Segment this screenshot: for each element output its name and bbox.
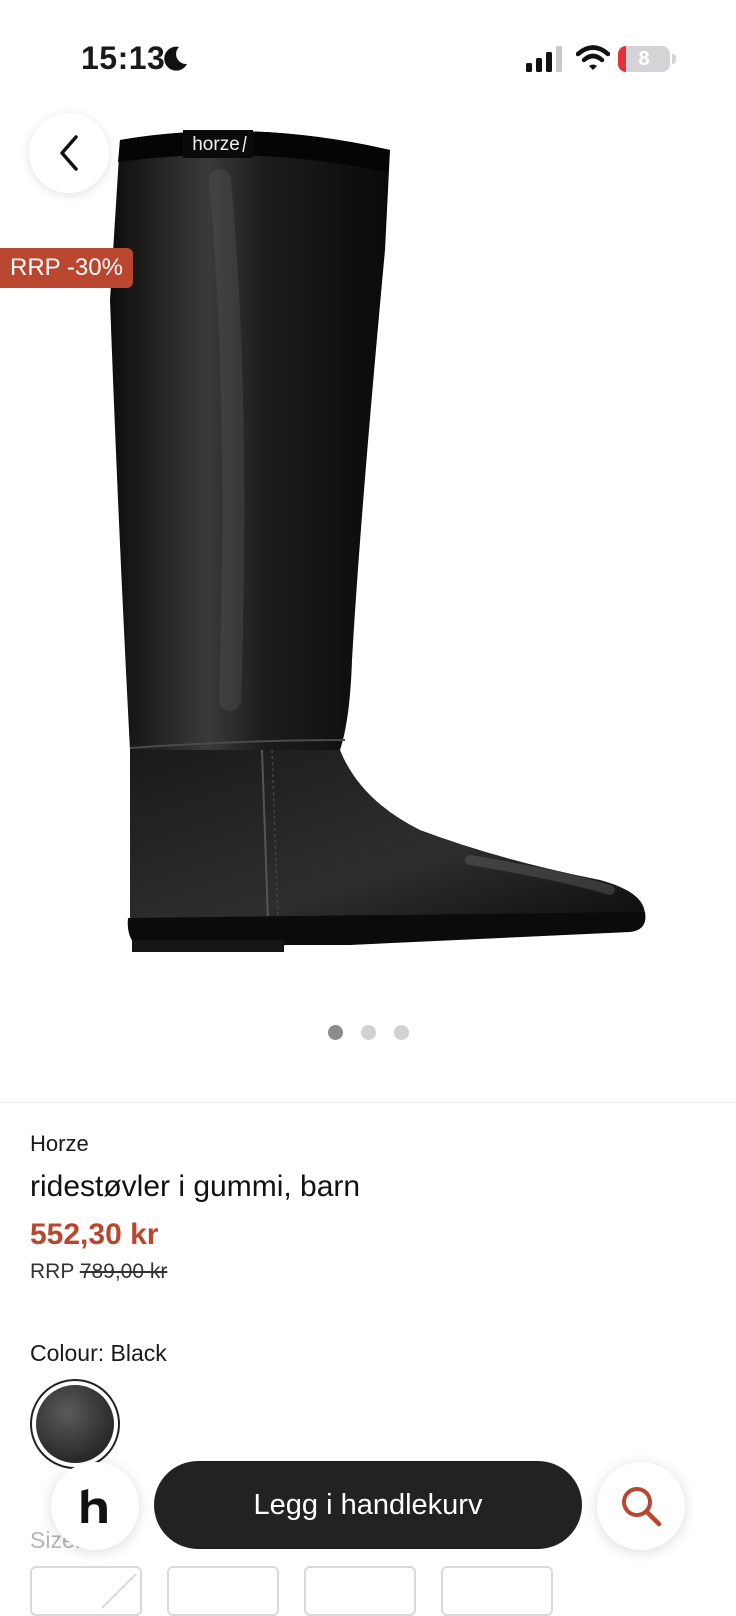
size-option[interactable] bbox=[167, 1566, 279, 1616]
battery-icon: 8 bbox=[618, 46, 670, 72]
size-option[interactable] bbox=[441, 1566, 553, 1616]
product-image-boot bbox=[110, 131, 646, 952]
product-image-gallery[interactable] bbox=[0, 100, 736, 1000]
product-brand[interactable]: Horze bbox=[30, 1131, 89, 1157]
search-button[interactable] bbox=[597, 1462, 685, 1550]
colour-swatch-fill bbox=[36, 1385, 114, 1463]
brand-logo-text: horze bbox=[192, 134, 240, 155]
product-price: 552,30 kr bbox=[30, 1218, 159, 1251]
search-icon bbox=[622, 1487, 662, 1527]
product-title: ridestøvler i gummi, barn bbox=[30, 1170, 361, 1203]
gallery-dot[interactable] bbox=[360, 1025, 376, 1040]
rrp-old-price: 789,00 kr bbox=[79, 1260, 168, 1283]
add-to-cart-button[interactable]: Legg i handlekurv bbox=[154, 1461, 582, 1549]
h-logo-icon bbox=[81, 1489, 107, 1523]
colour-swatch-black[interactable] bbox=[30, 1379, 120, 1469]
discount-badge: RRP -30% bbox=[0, 248, 133, 288]
battery-cap bbox=[672, 54, 676, 64]
moon-icon bbox=[164, 46, 187, 71]
battery-percent: 8 bbox=[638, 48, 650, 70]
signal-icon bbox=[526, 46, 562, 72]
rrp-label: RRP bbox=[30, 1260, 74, 1283]
chevron-left-icon bbox=[60, 135, 78, 171]
gallery-dot[interactable] bbox=[327, 1025, 343, 1040]
back-button[interactable] bbox=[29, 113, 109, 193]
rrp-price: RRP 789,00 kr bbox=[30, 1260, 167, 1284]
brand-logo-label: horze bbox=[183, 130, 253, 158]
wifi-icon bbox=[576, 45, 610, 70]
gallery-dot[interactable] bbox=[393, 1025, 409, 1040]
colour-label: Colour: Black bbox=[30, 1340, 167, 1366]
size-option[interactable] bbox=[304, 1566, 416, 1616]
status-time: 15:13 bbox=[81, 40, 166, 76]
unavailable-slash bbox=[101, 1573, 137, 1609]
divider bbox=[0, 1102, 736, 1103]
gallery-pagination bbox=[0, 1025, 736, 1040]
size-option[interactable] bbox=[30, 1566, 142, 1616]
home-button[interactable] bbox=[51, 1462, 139, 1550]
